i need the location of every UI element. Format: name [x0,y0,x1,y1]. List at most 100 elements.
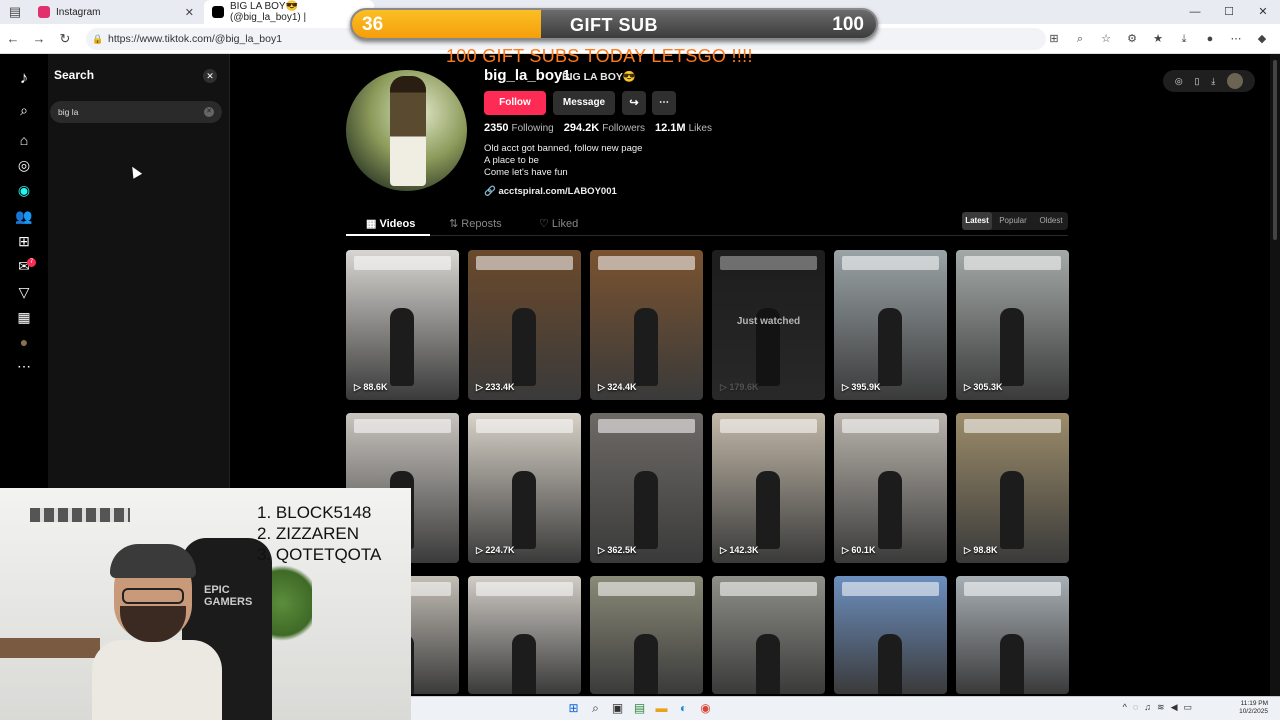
video-thumbnail[interactable]: ▷ 362.5K [590,413,703,563]
mic-icon[interactable]: ♫ [1144,702,1151,713]
message-button[interactable]: Message [553,91,615,115]
taskview-icon[interactable]: ▣ [609,700,626,717]
start-icon[interactable]: ⊞ [565,700,582,717]
search-query: big la [58,107,79,117]
close-search-icon[interactable]: ✕ [203,69,217,83]
favorite-icon[interactable]: ☆ [1096,29,1116,49]
video-thumbnail[interactable]: ▷ 305.3K [956,250,1069,400]
back-icon[interactable]: ← [0,31,26,46]
battery-icon[interactable]: ▭ [1183,702,1192,713]
more-icon[interactable]: ⋯ [14,356,34,376]
video-thumbnail[interactable] [956,576,1069,694]
creator-icon[interactable]: ▦ [14,307,34,327]
download-icon[interactable]: ⤓ [1211,76,1215,87]
window-controls: — ☐ ✕ [1178,0,1280,24]
apps-icon[interactable]: ⊞ [1044,29,1064,49]
play-icon: ▷ [720,382,730,392]
video-thumbnail[interactable] [590,576,703,694]
view-count: ▷ 362.5K [598,545,636,556]
view-count-value: 224.7K [485,545,515,555]
tab-videos[interactable]: ▦ Videos [366,217,415,230]
more-options-icon[interactable]: ⋯ [652,91,676,115]
compass-icon[interactable]: ◎ [1175,76,1183,87]
forward-icon[interactable]: → [26,31,52,46]
video-thumbnail[interactable]: ▷ 98.8K [956,413,1069,563]
chrome-icon[interactable]: ◉ [697,700,714,717]
extensions-icon[interactable]: ⚙ [1122,29,1142,49]
search-icon[interactable]: ⌕ [587,700,604,717]
maximize-button[interactable]: ☐ [1212,0,1246,24]
tiktok-nav-rail: ♪ ⌕ ⌂ ◎ ◉ 👥 ⊞ ✉ 7 ▽ ▦ ● ⋯ [0,54,48,488]
video-thumbnail[interactable]: ▷ 233.4K [468,250,581,400]
explorer-icon[interactable]: ▬ [653,700,670,717]
tab-liked[interactable]: ♡ Liked [539,217,578,230]
view-count: ▷ 60.1K [842,545,875,556]
wifi-icon[interactable]: ≋ [1157,702,1165,713]
video-caption-overlay [598,419,695,433]
volume-icon[interactable]: ◀ [1171,702,1178,713]
close-window-button[interactable]: ✕ [1246,0,1280,24]
tab-actions-icon[interactable]: ▤ [2,4,28,20]
view-count: ▷ 224.7K [476,545,514,556]
video-thumbnail[interactable] [834,576,947,694]
edge-icon[interactable]: ◐ [675,700,692,717]
profile-link[interactable]: 🔗 acctspiral.com/LABOY001 [484,186,617,197]
minimize-button[interactable]: — [1178,0,1212,24]
profile-avatar[interactable] [346,70,467,191]
account-avatar[interactable] [1227,73,1244,89]
profile-icon[interactable]: ● [1200,29,1220,49]
view-count-value: 305.3K [973,382,1003,392]
following-icon[interactable]: 👥 [14,206,34,226]
close-tab-icon[interactable]: ✕ [185,6,194,19]
home-icon[interactable]: ⌂ [14,130,34,150]
play-icon: ▷ [476,382,486,392]
favorites-icon[interactable]: ★ [1148,29,1168,49]
explore-icon[interactable]: ◎ [14,155,34,175]
copilot-icon[interactable]: ◆ [1252,29,1272,49]
device-icon[interactable]: ▯ [1195,76,1200,87]
tab-instagram[interactable]: Instagram ✕ [30,0,202,24]
video-thumbnail[interactable]: Just watched ▷ 179.6K [712,250,825,400]
reload-icon[interactable]: ↻ [52,31,78,47]
widgets-icon[interactable]: ▤ [631,700,648,717]
video-thumbnail[interactable]: ▷ 395.9K [834,250,947,400]
sort-latest[interactable]: Latest [962,212,992,230]
search-input[interactable]: big la ✕ [50,101,222,123]
network-icon[interactable]: ◌ [1133,702,1138,713]
scrollbar[interactable] [1270,54,1280,696]
tab-tiktok[interactable]: BIG LA BOY😎 (@big_la_boy1) | [204,0,374,24]
sort-oldest[interactable]: Oldest [1034,212,1068,230]
stat-followers[interactable]: 294.2K Followers [564,122,645,134]
view-count: ▷ 88.6K [354,382,387,393]
video-thumbnail[interactable]: ▷ 88.6K [346,250,459,400]
video-thumbnail[interactable] [468,576,581,694]
search-icon[interactable]: ⌕ [14,100,34,120]
clock[interactable]: 11:19 PM 10/2/2025 [1239,700,1268,716]
video-caption-overlay [964,256,1061,270]
clear-search-icon[interactable]: ✕ [204,107,214,117]
site-info-icon[interactable]: 🔒 [92,34,103,45]
upload-icon[interactable]: ⊞ [14,231,34,251]
video-thumbnail[interactable]: ▷ 142.3K [712,413,825,563]
tray-chevron-icon[interactable]: ^ [1123,702,1127,713]
profile-icon[interactable]: ● [14,332,34,352]
share-icon[interactable]: ↪ [622,91,646,115]
video-thumbnail[interactable]: ▷ 224.7K [468,413,581,563]
tiktok-logo-icon[interactable]: ♪ [14,68,34,88]
live-icon[interactable]: ◉ [14,180,34,200]
activity-icon[interactable]: ▽ [14,282,34,302]
video-thumbnail[interactable]: ▷ 324.4K [590,250,703,400]
menu-icon[interactable]: ⋯ [1226,29,1246,49]
video-thumbnail[interactable] [712,576,825,694]
zoom-icon[interactable]: ⌕ [1070,29,1090,49]
sort-popular[interactable]: Popular [995,212,1031,230]
downloads-icon[interactable]: ⤓ [1174,29,1194,49]
stat-following[interactable]: 2350 Following [484,122,554,134]
webcam-feed: EPIC GAMERS 1. BLOCK5148 2. ZIZZAREN 3. Q… [0,488,411,720]
page-tools: ◎ ▯ ⤓ [1163,70,1255,92]
tab-reposts[interactable]: ⇅ Reposts [449,217,502,230]
follow-button[interactable]: Follow [484,91,546,115]
video-thumbnail[interactable]: ▷ 60.1K [834,413,947,563]
video-caption-overlay [842,582,939,596]
just-watched-label: Just watched [736,316,801,327]
